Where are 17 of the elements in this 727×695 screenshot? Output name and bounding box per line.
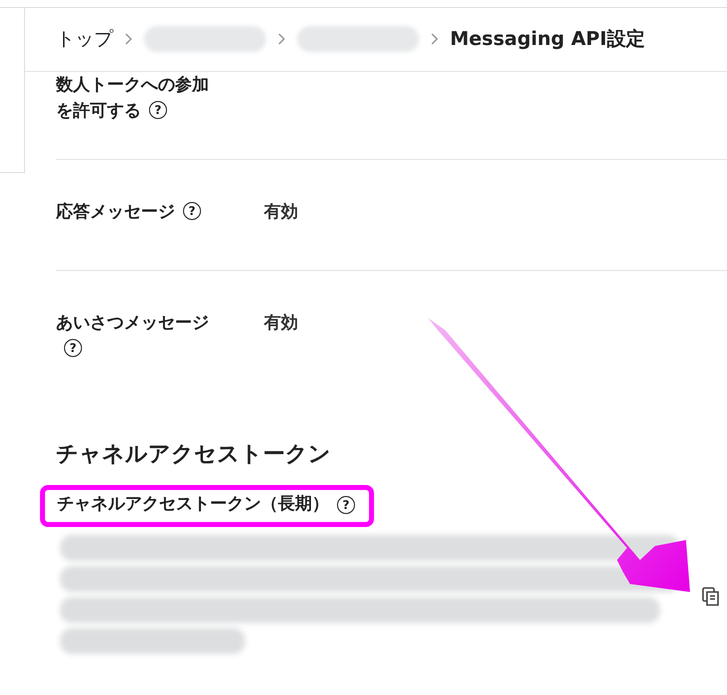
setting-value: 有効 [264,201,298,224]
setting-value: 有効 [264,312,298,335]
copy-icon[interactable] [702,586,720,606]
setting-label: 数人トークへの参加を許可する ? [56,74,210,123]
breadcrumb-current: Messaging API設定 [450,26,645,52]
setting-label: あいさつメッセージ ? [56,312,210,359]
setting-label: 応答メッセージ ? [56,199,221,225]
section-heading: チャネルアクセストークン [56,441,332,469]
field-label: チャネルアクセストークン（長期） [57,493,329,516]
help-icon[interactable]: ? [149,101,167,119]
help-icon[interactable]: ? [183,202,201,220]
help-icon[interactable]: ? [337,496,355,514]
chevron-icon [431,33,438,45]
help-icon[interactable]: ? [64,339,82,357]
chevron-icon [278,33,285,45]
breadcrumb-link[interactable]: トップ [56,24,113,54]
chevron-icon [125,33,132,45]
